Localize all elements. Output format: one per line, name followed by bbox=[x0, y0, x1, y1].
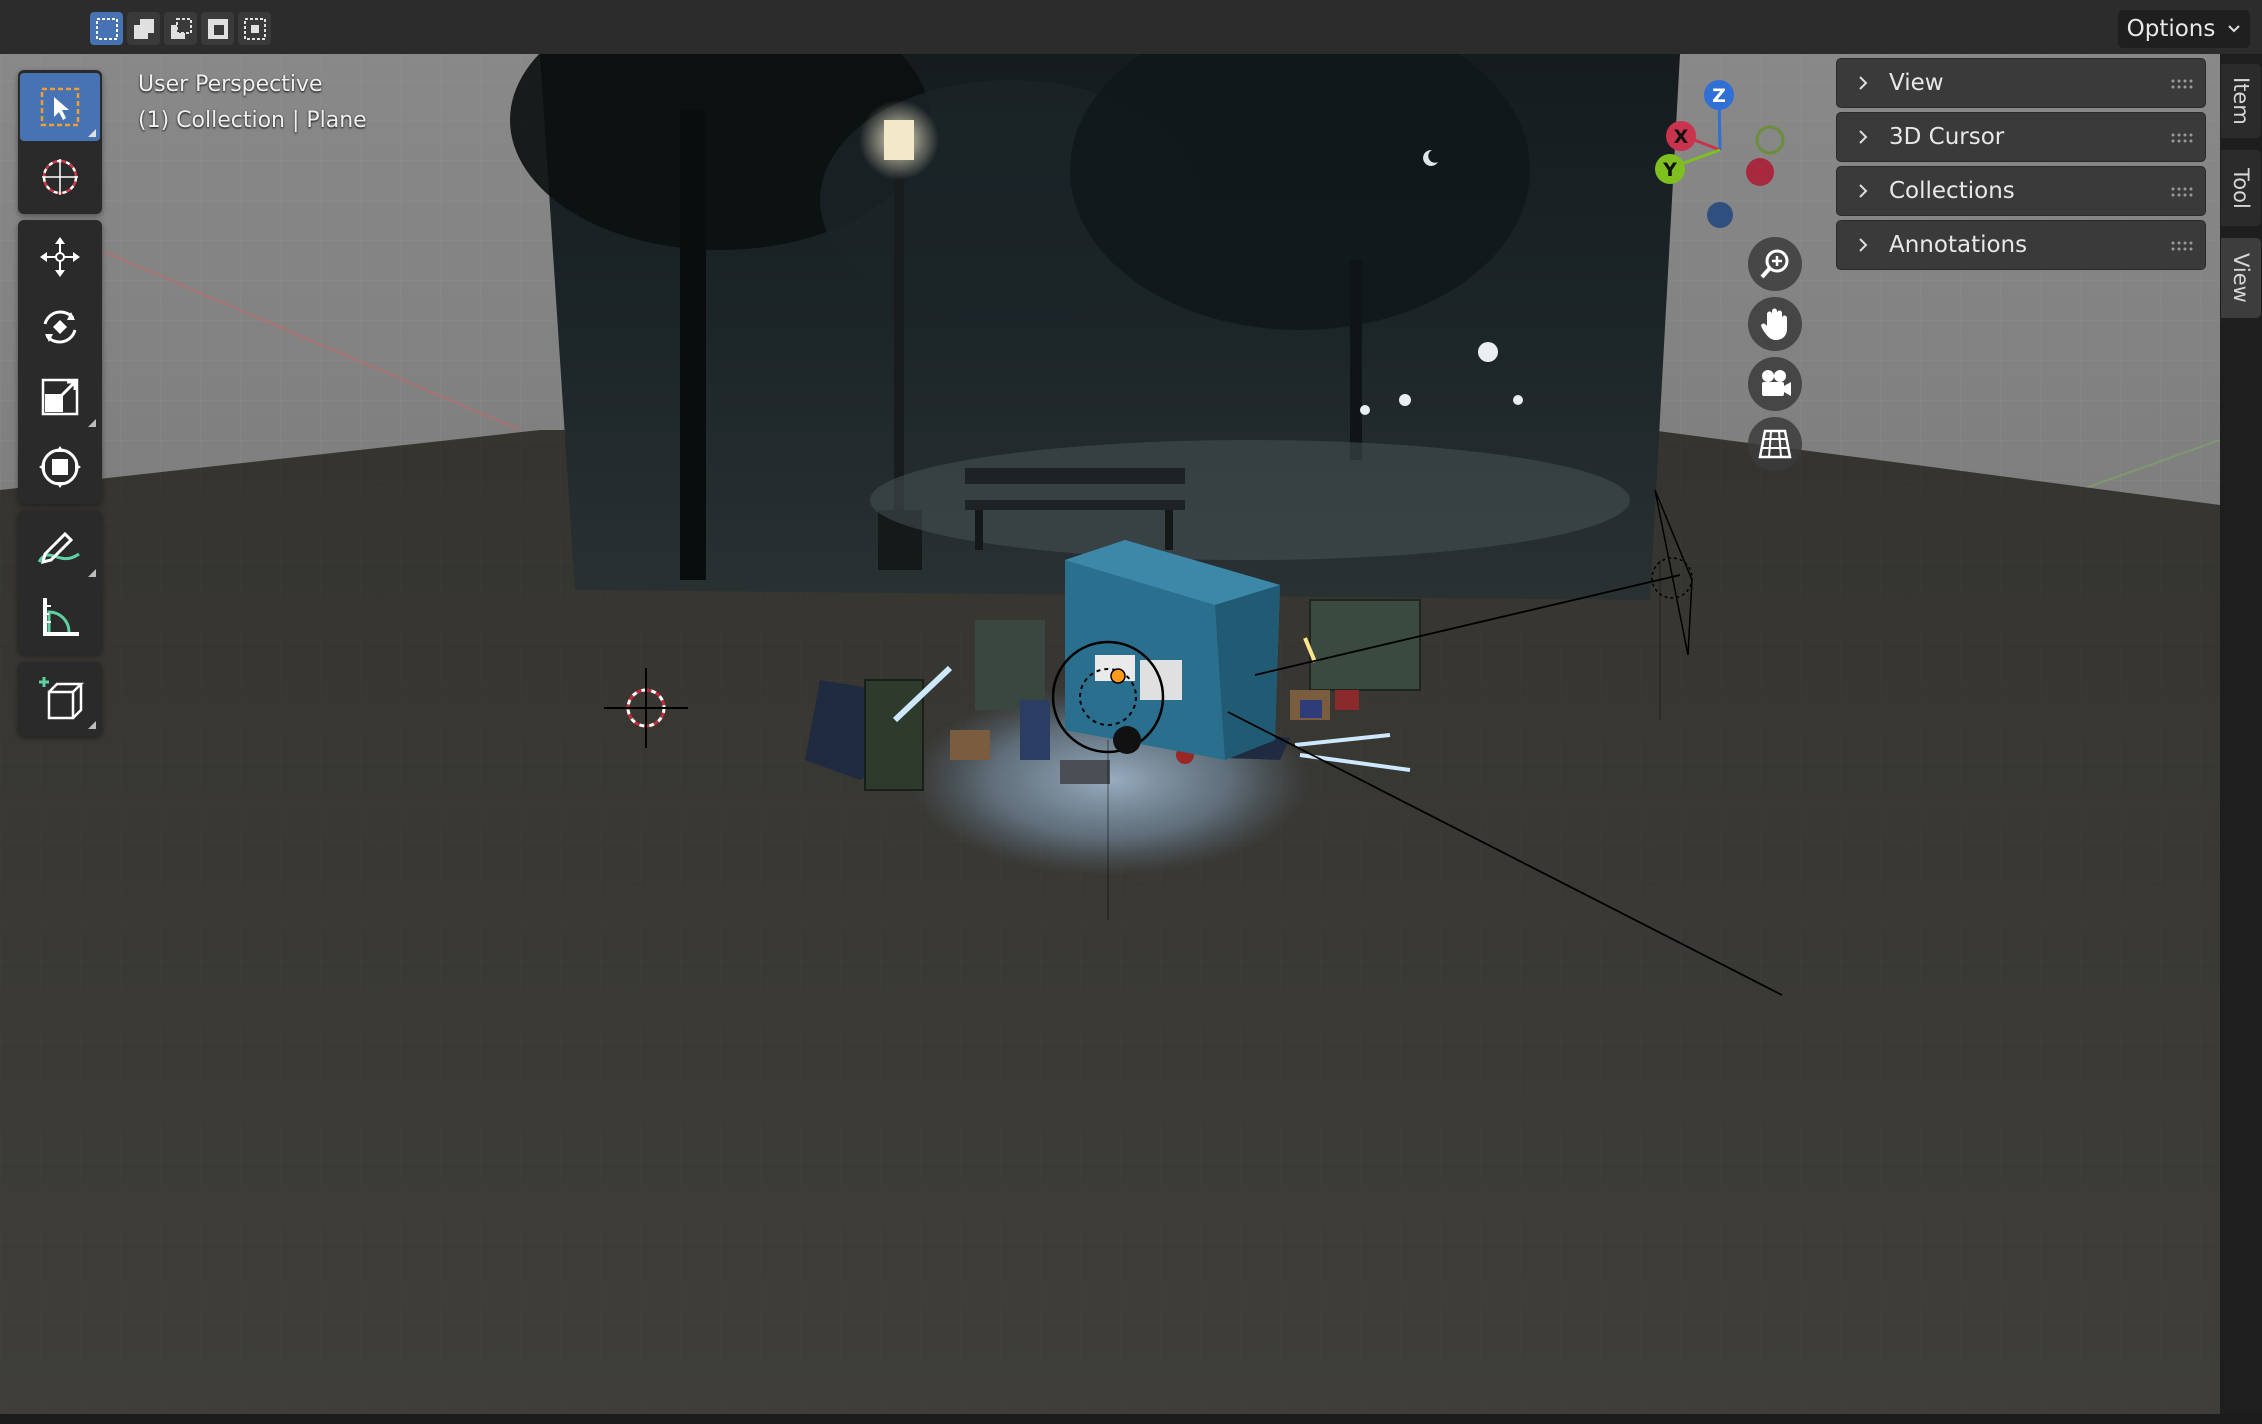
select-box-extend-button[interactable] bbox=[127, 12, 160, 45]
cursor-tool[interactable] bbox=[20, 143, 100, 211]
annotate-pencil-icon bbox=[37, 531, 80, 565]
drag-grip-icon[interactable] bbox=[2171, 241, 2193, 251]
gizmo-x-axis[interactable]: X bbox=[1666, 121, 1696, 151]
toolbar-group-select bbox=[18, 70, 102, 214]
scale-tool[interactable] bbox=[20, 363, 100, 431]
select-intersect-icon bbox=[243, 17, 266, 40]
pan-button[interactable] bbox=[1748, 297, 1802, 351]
zoom-icon bbox=[1760, 249, 1789, 279]
tab-item-label: Item bbox=[2229, 77, 2253, 125]
toolbar-group-annotate bbox=[18, 510, 102, 654]
tab-item[interactable]: Item bbox=[2221, 64, 2261, 138]
tab-view-label: View bbox=[2229, 253, 2253, 303]
transform-tool[interactable] bbox=[20, 433, 100, 501]
selection-mode-group bbox=[90, 12, 271, 45]
navigation-gizmo[interactable]: Z X Y bbox=[1640, 70, 1800, 240]
cursor-box-icon bbox=[40, 87, 80, 127]
scale-icon bbox=[41, 378, 79, 416]
ortho-grid-icon bbox=[1758, 429, 1792, 459]
tab-tool[interactable]: Tool bbox=[2221, 150, 2261, 226]
panel-3d-cursor-label: 3D Cursor bbox=[1889, 124, 2005, 150]
viewport-header: Options bbox=[0, 0, 2262, 54]
chevron-right-icon bbox=[1859, 130, 1868, 144]
gizmo-z-label: Z bbox=[1712, 85, 1726, 107]
options-dropdown[interactable]: Options bbox=[2118, 10, 2250, 48]
drag-grip-icon[interactable] bbox=[2171, 79, 2193, 89]
collection-label: (1) Collection | Plane bbox=[138, 108, 367, 133]
toolbar-group-transform bbox=[18, 220, 102, 504]
select-invert-icon bbox=[207, 18, 228, 39]
chevron-right-icon bbox=[1859, 184, 1868, 198]
select-box-tool[interactable] bbox=[20, 73, 100, 141]
drag-grip-icon[interactable] bbox=[2171, 187, 2193, 197]
select-box-subtract-button[interactable] bbox=[164, 12, 197, 45]
panel-view-label: View bbox=[1889, 70, 1944, 96]
perspective-label: User Perspective bbox=[138, 72, 323, 97]
ortho-toggle-button[interactable] bbox=[1748, 417, 1802, 471]
select-subtract-icon bbox=[170, 17, 192, 39]
camera-view-button[interactable] bbox=[1748, 357, 1802, 411]
gizmo-z-axis[interactable]: Z bbox=[1704, 80, 1734, 110]
tab-tool-label: Tool bbox=[2229, 167, 2253, 209]
panel-view[interactable]: View bbox=[1836, 58, 2206, 108]
move-arrows-icon bbox=[40, 237, 80, 277]
chevron-right-icon bbox=[1859, 238, 1868, 252]
chevron-down-icon bbox=[2228, 25, 2241, 33]
measure-tool[interactable] bbox=[20, 583, 100, 651]
select-box-intersect-button[interactable] bbox=[238, 12, 271, 45]
options-label: Options bbox=[2126, 16, 2216, 42]
pan-hand-icon bbox=[1761, 308, 1787, 340]
annotate-tool[interactable] bbox=[20, 513, 100, 581]
rotate-icon bbox=[43, 310, 77, 344]
select-box-new-button[interactable] bbox=[90, 12, 123, 45]
panel-collections[interactable]: Collections bbox=[1836, 166, 2206, 216]
panel-3d-cursor[interactable]: 3D Cursor bbox=[1836, 112, 2206, 162]
add-cube-tool[interactable] bbox=[20, 665, 100, 733]
measure-ruler-icon bbox=[43, 598, 79, 636]
3d-cursor-icon bbox=[42, 159, 78, 195]
gizmo-y-label: Y bbox=[1662, 159, 1677, 181]
panel-collections-label: Collections bbox=[1889, 178, 2015, 204]
camera-icon bbox=[1762, 370, 1791, 396]
tab-view[interactable]: View bbox=[2221, 238, 2261, 318]
select-new-icon bbox=[95, 17, 118, 40]
select-box-invert-button[interactable] bbox=[201, 12, 234, 45]
panel-annotations-label: Annotations bbox=[1889, 232, 2028, 258]
add-cube-icon bbox=[39, 677, 85, 720]
panel-annotations[interactable]: Annotations bbox=[1836, 220, 2206, 270]
zoom-button[interactable] bbox=[1748, 237, 1802, 291]
gizmo-y-axis[interactable]: Y bbox=[1655, 154, 1685, 184]
drag-grip-icon[interactable] bbox=[2171, 133, 2193, 143]
bottom-border bbox=[0, 1414, 2262, 1424]
chevron-right-icon bbox=[1859, 76, 1868, 90]
select-extend-icon bbox=[133, 18, 154, 39]
gizmo-x-label: X bbox=[1674, 126, 1689, 148]
transform-icon bbox=[39, 446, 81, 488]
move-tool[interactable] bbox=[20, 223, 100, 291]
rotate-tool[interactable] bbox=[20, 293, 100, 361]
toolbar-group-add bbox=[18, 662, 102, 736]
